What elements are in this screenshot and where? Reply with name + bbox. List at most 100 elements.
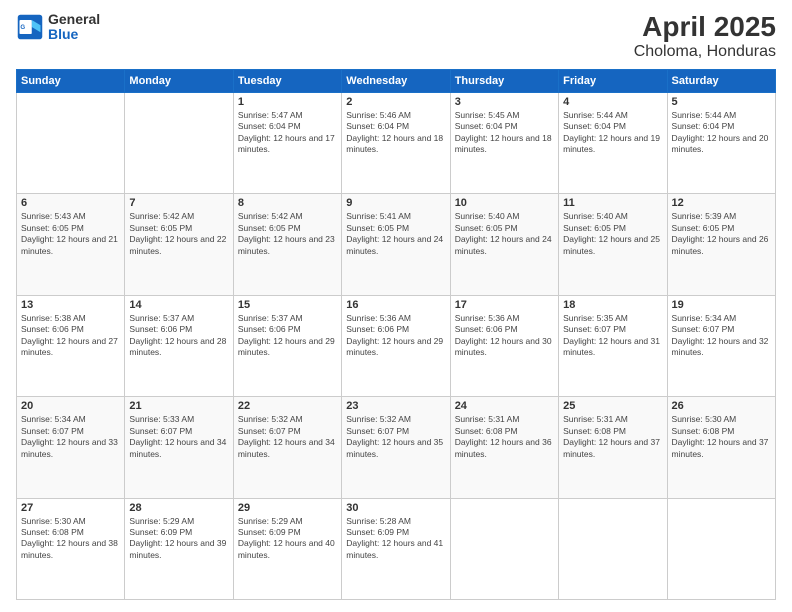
calendar-cell: 19 Sunrise: 5:34 AM Sunset: 6:07 PM Dayli… xyxy=(667,295,775,396)
day-number: 12 xyxy=(672,197,771,209)
calendar-cell: 2Sunrise: 5:46 AM Sunset: 6:04 PM Daylig… xyxy=(342,92,450,193)
calendar-cell: 15 Sunrise: 5:37 AM Sunset: 6:06 PM Dayli… xyxy=(233,295,341,396)
page-title: April 2025 xyxy=(634,12,776,43)
day-number: 11 xyxy=(563,197,662,209)
day-info: Sunrise: 5:31 AM Sunset: 6:08 PM Dayligh… xyxy=(563,414,662,460)
day-number: 15 xyxy=(238,299,337,311)
logo-icon: G xyxy=(16,13,44,41)
calendar-header-tuesday: Tuesday xyxy=(233,69,341,92)
calendar-cell: 5Sunrise: 5:44 AM Sunset: 6:04 PM Daylig… xyxy=(667,92,775,193)
header: G General Blue April 2025 Choloma, Hondu… xyxy=(16,12,776,61)
calendar-cell: 1 Sunrise: 5:47 AM Sunset: 6:04 PM Daylig… xyxy=(233,92,341,193)
day-info: Sunrise: 5:35 AM Sunset: 6:07 PM Dayligh… xyxy=(563,313,662,359)
day-info: Sunrise: 5:29 AM Sunset: 6:09 PM Dayligh… xyxy=(238,516,337,562)
day-number: 30 xyxy=(346,502,445,514)
day-number: 8 xyxy=(238,197,337,209)
calendar-cell: 30 Sunrise: 5:28 AM Sunset: 6:09 PM Dayli… xyxy=(342,498,450,599)
calendar-cell: 24 Sunrise: 5:31 AM Sunset: 6:08 PM Dayli… xyxy=(450,397,558,498)
calendar-cell: 8 Sunrise: 5:42 AM Sunset: 6:05 PM Daylig… xyxy=(233,194,341,295)
day-info: Sunrise: 5:43 AM Sunset: 6:05 PM Dayligh… xyxy=(21,211,120,257)
calendar-cell xyxy=(17,92,125,193)
calendar-header-monday: Monday xyxy=(125,69,233,92)
day-info: Sunrise: 5:33 AM Sunset: 6:07 PM Dayligh… xyxy=(129,414,228,460)
day-info: Sunrise: 5:40 AM Sunset: 6:05 PM Dayligh… xyxy=(563,211,662,257)
day-number: 14 xyxy=(129,299,228,311)
calendar-cell: 17 Sunrise: 5:36 AM Sunset: 6:06 PM Dayli… xyxy=(450,295,558,396)
day-info: Sunrise: 5:40 AM Sunset: 6:05 PM Dayligh… xyxy=(455,211,554,257)
calendar-header-thursday: Thursday xyxy=(450,69,558,92)
calendar-cell: 26Sunrise: 5:30 AM Sunset: 6:08 PM Dayli… xyxy=(667,397,775,498)
day-number: 28 xyxy=(129,502,228,514)
calendar-week-row: 6 Sunrise: 5:43 AM Sunset: 6:05 PM Daylig… xyxy=(17,194,776,295)
calendar-cell: 7 Sunrise: 5:42 AM Sunset: 6:05 PM Daylig… xyxy=(125,194,233,295)
day-info: Sunrise: 5:36 AM Sunset: 6:06 PM Dayligh… xyxy=(346,313,445,359)
calendar-cell: 4Sunrise: 5:44 AM Sunset: 6:04 PM Daylig… xyxy=(559,92,667,193)
day-number: 7 xyxy=(129,197,228,209)
day-info: Sunrise: 5:42 AM Sunset: 6:05 PM Dayligh… xyxy=(129,211,228,257)
calendar-cell: 9 Sunrise: 5:41 AM Sunset: 6:05 PM Daylig… xyxy=(342,194,450,295)
day-info: Sunrise: 5:42 AM Sunset: 6:05 PM Dayligh… xyxy=(238,211,337,257)
day-info: Sunrise: 5:28 AM Sunset: 6:09 PM Dayligh… xyxy=(346,516,445,562)
day-info: Sunrise: 5:37 AM Sunset: 6:06 PM Dayligh… xyxy=(238,313,337,359)
logo-text: General Blue xyxy=(48,12,100,43)
calendar-cell: 23Sunrise: 5:32 AM Sunset: 6:07 PM Dayli… xyxy=(342,397,450,498)
calendar-week-row: 1 Sunrise: 5:47 AM Sunset: 6:04 PM Daylig… xyxy=(17,92,776,193)
day-number: 26 xyxy=(672,400,771,412)
day-info: Sunrise: 5:34 AM Sunset: 6:07 PM Dayligh… xyxy=(672,313,771,359)
calendar-table: SundayMondayTuesdayWednesdayThursdayFrid… xyxy=(16,69,776,600)
day-number: 27 xyxy=(21,502,120,514)
logo: G General Blue xyxy=(16,12,100,43)
calendar-week-row: 27 Sunrise: 5:30 AM Sunset: 6:08 PM Dayli… xyxy=(17,498,776,599)
day-info: Sunrise: 5:38 AM Sunset: 6:06 PM Dayligh… xyxy=(21,313,120,359)
calendar-header-row: SundayMondayTuesdayWednesdayThursdayFrid… xyxy=(17,69,776,92)
calendar-cell: 10 Sunrise: 5:40 AM Sunset: 6:05 PM Dayli… xyxy=(450,194,558,295)
day-number: 25 xyxy=(563,400,662,412)
day-number: 19 xyxy=(672,299,771,311)
day-info: Sunrise: 5:46 AM Sunset: 6:04 PM Dayligh… xyxy=(346,110,445,156)
day-info: Sunrise: 5:32 AM Sunset: 6:07 PM Dayligh… xyxy=(238,414,337,460)
day-info: Sunrise: 5:39 AM Sunset: 6:05 PM Dayligh… xyxy=(672,211,771,257)
day-number: 6 xyxy=(21,197,120,209)
calendar-cell: 25 Sunrise: 5:31 AM Sunset: 6:08 PM Dayli… xyxy=(559,397,667,498)
calendar-week-row: 20Sunrise: 5:34 AM Sunset: 6:07 PM Dayli… xyxy=(17,397,776,498)
day-number: 9 xyxy=(346,197,445,209)
day-number: 1 xyxy=(238,96,337,108)
day-info: Sunrise: 5:29 AM Sunset: 6:09 PM Dayligh… xyxy=(129,516,228,562)
day-info: Sunrise: 5:31 AM Sunset: 6:08 PM Dayligh… xyxy=(455,414,554,460)
day-info: Sunrise: 5:45 AM Sunset: 6:04 PM Dayligh… xyxy=(455,110,554,156)
day-info: Sunrise: 5:36 AM Sunset: 6:06 PM Dayligh… xyxy=(455,313,554,359)
day-number: 20 xyxy=(21,400,120,412)
title-block: April 2025 Choloma, Honduras xyxy=(634,12,776,61)
day-info: Sunrise: 5:47 AM Sunset: 6:04 PM Dayligh… xyxy=(238,110,337,156)
svg-text:G: G xyxy=(20,24,25,31)
day-info: Sunrise: 5:37 AM Sunset: 6:06 PM Dayligh… xyxy=(129,313,228,359)
calendar-cell xyxy=(450,498,558,599)
day-info: Sunrise: 5:30 AM Sunset: 6:08 PM Dayligh… xyxy=(21,516,120,562)
day-number: 16 xyxy=(346,299,445,311)
calendar-week-row: 13Sunrise: 5:38 AM Sunset: 6:06 PM Dayli… xyxy=(17,295,776,396)
calendar-cell xyxy=(559,498,667,599)
calendar-cell: 14 Sunrise: 5:37 AM Sunset: 6:06 PM Dayli… xyxy=(125,295,233,396)
calendar-cell: 28 Sunrise: 5:29 AM Sunset: 6:09 PM Dayli… xyxy=(125,498,233,599)
calendar-cell: 3 Sunrise: 5:45 AM Sunset: 6:04 PM Daylig… xyxy=(450,92,558,193)
day-number: 10 xyxy=(455,197,554,209)
calendar-cell: 27 Sunrise: 5:30 AM Sunset: 6:08 PM Dayli… xyxy=(17,498,125,599)
calendar-cell: 22Sunrise: 5:32 AM Sunset: 6:07 PM Dayli… xyxy=(233,397,341,498)
calendar-header-wednesday: Wednesday xyxy=(342,69,450,92)
day-info: Sunrise: 5:44 AM Sunset: 6:04 PM Dayligh… xyxy=(563,110,662,156)
day-number: 3 xyxy=(455,96,554,108)
day-number: 18 xyxy=(563,299,662,311)
day-number: 21 xyxy=(129,400,228,412)
day-info: Sunrise: 5:44 AM Sunset: 6:04 PM Dayligh… xyxy=(672,110,771,156)
calendar-header-friday: Friday xyxy=(559,69,667,92)
day-number: 17 xyxy=(455,299,554,311)
calendar-cell xyxy=(125,92,233,193)
calendar-cell: 11 Sunrise: 5:40 AM Sunset: 6:05 PM Dayli… xyxy=(559,194,667,295)
calendar-cell: 20Sunrise: 5:34 AM Sunset: 6:07 PM Dayli… xyxy=(17,397,125,498)
calendar-cell: 18 Sunrise: 5:35 AM Sunset: 6:07 PM Dayli… xyxy=(559,295,667,396)
calendar-cell: 29Sunrise: 5:29 AM Sunset: 6:09 PM Dayli… xyxy=(233,498,341,599)
day-number: 24 xyxy=(455,400,554,412)
day-number: 23 xyxy=(346,400,445,412)
day-info: Sunrise: 5:41 AM Sunset: 6:05 PM Dayligh… xyxy=(346,211,445,257)
calendar-cell: 13Sunrise: 5:38 AM Sunset: 6:06 PM Dayli… xyxy=(17,295,125,396)
